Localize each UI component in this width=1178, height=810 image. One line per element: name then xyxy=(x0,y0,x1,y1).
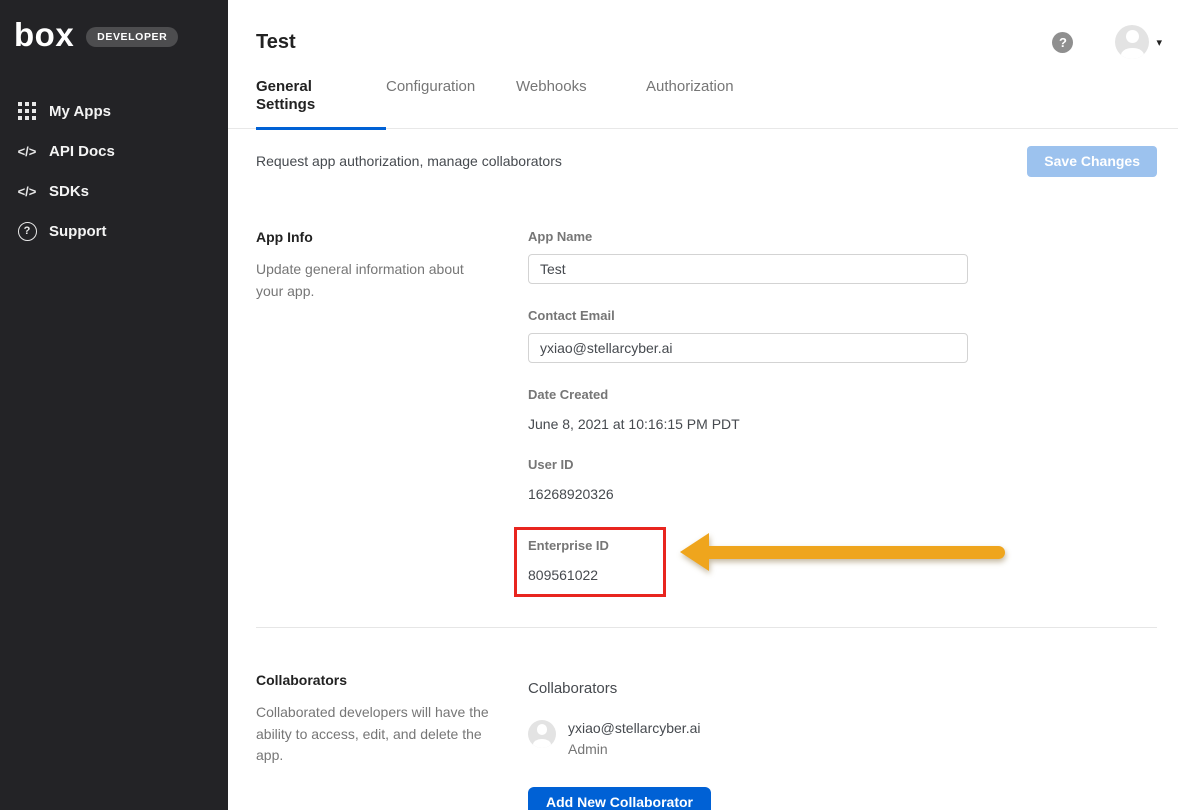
add-new-collaborator-button[interactable]: Add New Collaborator xyxy=(528,787,711,810)
sidebar-item-support[interactable]: ? Support xyxy=(0,211,228,251)
contact-email-label: Contact Email xyxy=(528,308,968,324)
page-title: Test xyxy=(256,30,1158,54)
tab-label: Webhooks xyxy=(516,78,601,112)
user-id-label: User ID xyxy=(528,457,968,473)
tab-label: General Settings xyxy=(256,78,386,130)
user-id-field: User ID 16268920326 xyxy=(528,457,968,503)
tab-bar: General Settings Configuration Webhooks … xyxy=(228,78,1178,129)
app-name-label: App Name xyxy=(528,229,968,245)
collaborators-description: Collaborated developers will have the ab… xyxy=(256,702,490,767)
main-area: Test ? ▾ General Settings Configuration … xyxy=(228,0,1178,810)
sidebar-nav: My Apps </> API Docs </> SDKs ? Support xyxy=(0,91,228,251)
sidebar-item-label: API Docs xyxy=(49,143,115,160)
collaborators-list-label: Collaborators xyxy=(528,680,968,698)
date-created-label: Date Created xyxy=(528,387,968,403)
sidebar-item-api-docs[interactable]: </> API Docs xyxy=(0,131,228,171)
enterprise-id-field: Enterprise ID 809561022 xyxy=(528,527,968,597)
tab-authorization[interactable]: Authorization xyxy=(646,78,776,128)
collaborator-info: yxiao@stellarcyber.ai Admin xyxy=(568,720,701,757)
collaborator-row: yxiao@stellarcyber.ai Admin xyxy=(528,720,968,757)
sidebar-item-sdks[interactable]: </> SDKs xyxy=(0,171,228,211)
code-icon: </> xyxy=(16,184,38,199)
section-divider xyxy=(256,627,1157,628)
user-id-value: 16268920326 xyxy=(528,486,968,503)
sidebar-item-my-apps[interactable]: My Apps xyxy=(0,91,228,131)
enterprise-id-label: Enterprise ID xyxy=(528,538,663,554)
save-changes-button[interactable]: Save Changes xyxy=(1027,146,1157,177)
tab-label: Authorization xyxy=(646,78,748,112)
topbar: Test ? ▾ xyxy=(228,0,1178,54)
logo-row: box DEVELOPER xyxy=(0,0,228,51)
collaborators-heading: Collaborators xyxy=(256,672,490,688)
sidebar: box DEVELOPER My Apps </> API Docs </> S… xyxy=(0,0,228,810)
red-highlight-box: Enterprise ID 809561022 xyxy=(514,527,666,597)
sidebar-item-label: SDKs xyxy=(49,183,89,200)
app-info-form: App Name Contact Email Date Created June… xyxy=(528,229,968,597)
collaborator-email: yxiao@stellarcyber.ai xyxy=(568,720,701,736)
tab-general-settings[interactable]: General Settings xyxy=(256,78,386,128)
sidebar-item-label: Support xyxy=(49,223,107,240)
tab-label: Configuration xyxy=(386,78,489,112)
app-info-description: Update general information about your ap… xyxy=(256,259,490,302)
subheader-description: Request app authorization, manage collab… xyxy=(256,153,562,169)
app-info-heading: App Info xyxy=(256,229,490,245)
developer-badge: DEVELOPER xyxy=(86,27,178,47)
annotation-arrow-icon xyxy=(680,533,1005,571)
user-avatar[interactable] xyxy=(1115,25,1149,59)
tab-webhooks[interactable]: Webhooks xyxy=(516,78,646,128)
collaborators-section: Collaborators Collaborated developers wi… xyxy=(256,672,1178,810)
app-info-left: App Info Update general information abou… xyxy=(256,229,490,597)
topbar-right: ? ▾ xyxy=(1052,25,1162,59)
tab-configuration[interactable]: Configuration xyxy=(386,78,516,128)
help-icon[interactable]: ? xyxy=(1052,32,1073,53)
date-created-field: Date Created June 8, 2021 at 10:16:15 PM… xyxy=(528,387,968,433)
code-icon: </> xyxy=(16,144,38,159)
subheader: Request app authorization, manage collab… xyxy=(228,129,1178,193)
contact-email-input[interactable] xyxy=(528,333,968,363)
content: App Info Update general information abou… xyxy=(228,193,1178,810)
question-circle-icon: ? xyxy=(16,222,38,241)
collaborator-role: Admin xyxy=(568,741,701,757)
collaborator-avatar xyxy=(528,720,556,748)
app-info-section: App Info Update general information abou… xyxy=(256,229,1178,597)
enterprise-id-value: 809561022 xyxy=(528,567,663,584)
collaborators-left: Collaborators Collaborated developers wi… xyxy=(256,672,490,810)
grid-icon xyxy=(16,102,38,120)
box-logo[interactable]: box xyxy=(14,18,74,51)
collaborators-list: Collaborators yxiao@stellarcyber.ai Admi… xyxy=(528,672,968,810)
chevron-down-icon[interactable]: ▾ xyxy=(1156,36,1162,49)
app-name-input[interactable] xyxy=(528,254,968,284)
date-created-value: June 8, 2021 at 10:16:15 PM PDT xyxy=(528,416,968,433)
sidebar-item-label: My Apps xyxy=(49,103,111,120)
